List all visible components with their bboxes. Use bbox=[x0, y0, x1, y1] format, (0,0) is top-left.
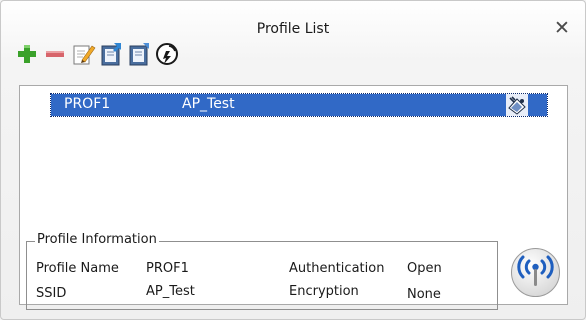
edit-profile-button[interactable] bbox=[70, 39, 96, 67]
activate-profile-button[interactable] bbox=[154, 39, 180, 67]
close-button[interactable]: ✕ bbox=[552, 18, 572, 38]
export-profile-button[interactable] bbox=[126, 39, 152, 67]
add-icon bbox=[14, 39, 40, 67]
authentication-value: Open bbox=[407, 261, 442, 276]
connect-button[interactable] bbox=[510, 247, 561, 298]
ssid-value: AP_Test bbox=[146, 284, 195, 299]
profile-list: PROF1 AP_Test Profile Information Profil… bbox=[19, 85, 568, 310]
export-icon bbox=[126, 39, 152, 67]
ssid-label: SSID bbox=[36, 286, 67, 301]
profile-name-label: Profile Name bbox=[36, 261, 119, 276]
encryption-value: None bbox=[407, 287, 441, 302]
profile-row[interactable]: PROF1 AP_Test bbox=[50, 93, 548, 117]
profile-information-legend: Profile Information bbox=[35, 232, 159, 247]
connected-link-icon bbox=[506, 94, 528, 116]
import-profile-button[interactable] bbox=[98, 39, 124, 67]
delete-profile-button[interactable] bbox=[42, 39, 68, 67]
import-icon bbox=[98, 39, 124, 67]
wireless-signal-icon bbox=[510, 248, 561, 302]
profile-information-group: Profile Information Profile Name PROF1 A… bbox=[26, 232, 498, 310]
profile-ssid-cell: AP_Test bbox=[182, 96, 235, 112]
add-profile-button[interactable] bbox=[14, 39, 40, 67]
window-title: Profile List bbox=[256, 21, 330, 37]
profile-name-cell: PROF1 bbox=[64, 96, 111, 112]
encryption-label: Encryption bbox=[289, 284, 359, 299]
edit-icon bbox=[70, 39, 96, 67]
activate-icon bbox=[154, 39, 180, 67]
authentication-label: Authentication bbox=[289, 261, 385, 276]
profile-list-window: Profile List ✕ PROF1 AP_Test Profile Inf… bbox=[0, 0, 586, 320]
profile-name-value: PROF1 bbox=[146, 261, 189, 276]
remove-icon bbox=[42, 39, 68, 67]
